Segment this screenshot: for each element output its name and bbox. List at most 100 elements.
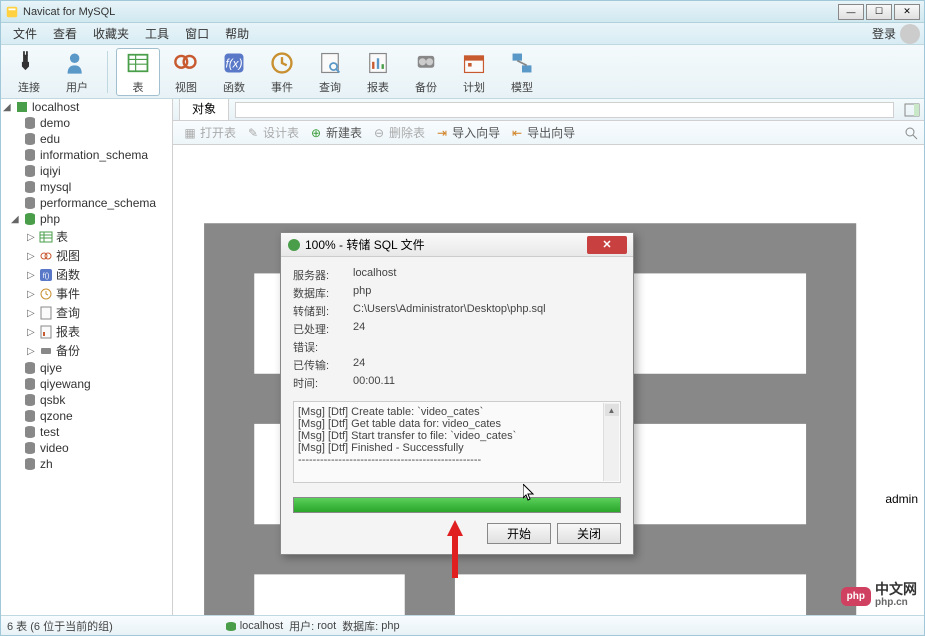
new-icon: ⊕: [309, 126, 323, 140]
tree-backup[interactable]: ▷备份: [1, 341, 172, 360]
view-icon: [172, 49, 200, 77]
plug-icon: [15, 49, 43, 77]
tree-view[interactable]: ▷视图: [1, 246, 172, 265]
menu-window[interactable]: 窗口: [177, 23, 217, 44]
start-button[interactable]: 开始: [487, 523, 551, 544]
progress-bar: [293, 497, 621, 513]
db-video[interactable]: video: [1, 440, 172, 456]
titlebar: Navicat for MySQL — ☐ ✕: [1, 1, 924, 23]
tree-fx[interactable]: ▷f()函数: [1, 265, 172, 284]
mouse-cursor: [523, 484, 535, 502]
action-export[interactable]: ⇤导出向导: [506, 122, 579, 143]
action-import[interactable]: ⇥导入向导: [431, 122, 504, 143]
log-line: [Msg] [Dtf] Create table: `video_cates`: [298, 406, 616, 418]
tree-query[interactable]: ▷查询: [1, 303, 172, 322]
action-new[interactable]: ⊕新建表: [305, 122, 366, 143]
scrollbar[interactable]: ▲: [603, 403, 619, 481]
dialog-info: 服务器:localhost 数据库:php 转储到:C:\Users\Admin…: [293, 267, 621, 391]
toolbar-report[interactable]: 报表: [356, 48, 400, 96]
toolbar-plug[interactable]: 连接: [7, 48, 51, 96]
sidebar-toggle-icon[interactable]: [904, 102, 920, 118]
menu-help[interactable]: 帮助: [217, 23, 257, 44]
close-dialog-button[interactable]: 关闭: [557, 523, 621, 544]
dialog-titlebar[interactable]: 100% - 转储 SQL 文件 ✕: [281, 233, 633, 257]
tree-report[interactable]: ▷报表: [1, 322, 172, 341]
status-user: 用户: root: [289, 618, 336, 634]
action-row: ▦打开表✎设计表⊕新建表⊖删除表⇥导入向导⇤导出向导: [173, 121, 924, 145]
model-icon: [508, 49, 536, 77]
filter-input[interactable]: [235, 102, 894, 118]
message-log[interactable]: [Msg] [Dtf] Create table: `video_cates` […: [293, 401, 621, 483]
db-qsbk[interactable]: qsbk: [1, 392, 172, 408]
close-button[interactable]: ✕: [894, 4, 920, 20]
status-connection: localhost: [225, 620, 283, 632]
db-performance_schema[interactable]: performance_schema: [1, 195, 172, 211]
db-qiye[interactable]: qiye: [1, 360, 172, 376]
db-mysql[interactable]: mysql: [1, 179, 172, 195]
login-link[interactable]: 登录: [872, 25, 896, 42]
query-icon: [316, 49, 344, 77]
annotation-arrow: [445, 520, 465, 578]
toolbar-table[interactable]: 表: [116, 48, 160, 96]
export-icon: ⇤: [510, 126, 524, 140]
toolbar-event[interactable]: 事件: [260, 48, 304, 96]
action-open: ▦打开表: [179, 122, 240, 143]
window-controls: — ☐ ✕: [838, 4, 920, 20]
db-test[interactable]: test: [1, 424, 172, 440]
fx-icon: f(x): [220, 49, 248, 77]
menu-file[interactable]: 文件: [5, 23, 45, 44]
svg-text:f(x): f(x): [225, 56, 242, 70]
log-line: [Msg] [Dtf] Start transfer to file: `vid…: [298, 430, 616, 442]
toolbar-fx[interactable]: f(x)函数: [212, 48, 256, 96]
log-line: [Msg] [Dtf] Finished - Successfully: [298, 442, 616, 454]
db-qiyewang[interactable]: qiyewang: [1, 376, 172, 392]
tab-objects[interactable]: 对象: [179, 99, 229, 120]
menu-tools[interactable]: 工具: [137, 23, 177, 44]
delete-icon: ⊖: [372, 126, 386, 140]
toolbar-schedule[interactable]: 计划: [452, 48, 496, 96]
user-icon: [63, 49, 91, 77]
db-php[interactable]: ◢php: [1, 211, 172, 227]
status-count: 6 表 (6 位于当前的组): [7, 618, 113, 634]
watermark: php 中文网 php.cn: [841, 582, 917, 610]
avatar[interactable]: [900, 24, 920, 44]
toolbar-backup[interactable]: 备份: [404, 48, 448, 96]
conn-localhost[interactable]: ◢localhost: [1, 99, 172, 115]
tree-table[interactable]: ▷表: [1, 227, 172, 246]
dialog-icon: [287, 238, 301, 252]
menu-favorites[interactable]: 收藏夹: [85, 23, 137, 44]
sidebar[interactable]: ◢localhostdemoeduinformation_schemaiqiyi…: [1, 99, 173, 615]
dialog-close-button[interactable]: ✕: [587, 236, 627, 254]
schedule-icon: [460, 49, 488, 77]
backup-icon: [412, 49, 440, 77]
maximize-button[interactable]: ☐: [866, 4, 892, 20]
toolbar-query[interactable]: 查询: [308, 48, 352, 96]
menu-view[interactable]: 查看: [45, 23, 85, 44]
progress-fill: [294, 498, 620, 512]
design-icon: ✎: [246, 126, 260, 140]
connection-icon: [225, 620, 237, 632]
toolbar-user[interactable]: 用户: [55, 48, 99, 96]
dialog-title: 100% - 转储 SQL 文件: [305, 236, 587, 253]
event-icon: [268, 49, 296, 77]
db-information_schema[interactable]: information_schema: [1, 147, 172, 163]
watermark-badge: php: [841, 587, 871, 606]
app-title: Navicat for MySQL: [23, 6, 838, 18]
scroll-up-icon: ▲: [605, 404, 619, 416]
toolbar-view[interactable]: 视图: [164, 48, 208, 96]
menubar: 文件 查看 收藏夹 工具 窗口 帮助 登录: [1, 23, 924, 45]
report-icon: [364, 49, 392, 77]
db-iqiyi[interactable]: iqiyi: [1, 163, 172, 179]
db-demo[interactable]: demo: [1, 115, 172, 131]
toolbar-model[interactable]: 模型: [500, 48, 544, 96]
app-icon: [5, 5, 19, 19]
db-zh[interactable]: zh: [1, 456, 172, 472]
db-edu[interactable]: edu: [1, 131, 172, 147]
db-qzone[interactable]: qzone: [1, 408, 172, 424]
statusbar: 6 表 (6 位于当前的组) localhost 用户: root 数据库: p…: [1, 615, 924, 635]
action-delete: ⊖删除表: [368, 122, 429, 143]
search-icon[interactable]: [904, 126, 918, 140]
table-icon: [124, 49, 152, 77]
minimize-button[interactable]: —: [838, 4, 864, 20]
tree-event[interactable]: ▷事件: [1, 284, 172, 303]
